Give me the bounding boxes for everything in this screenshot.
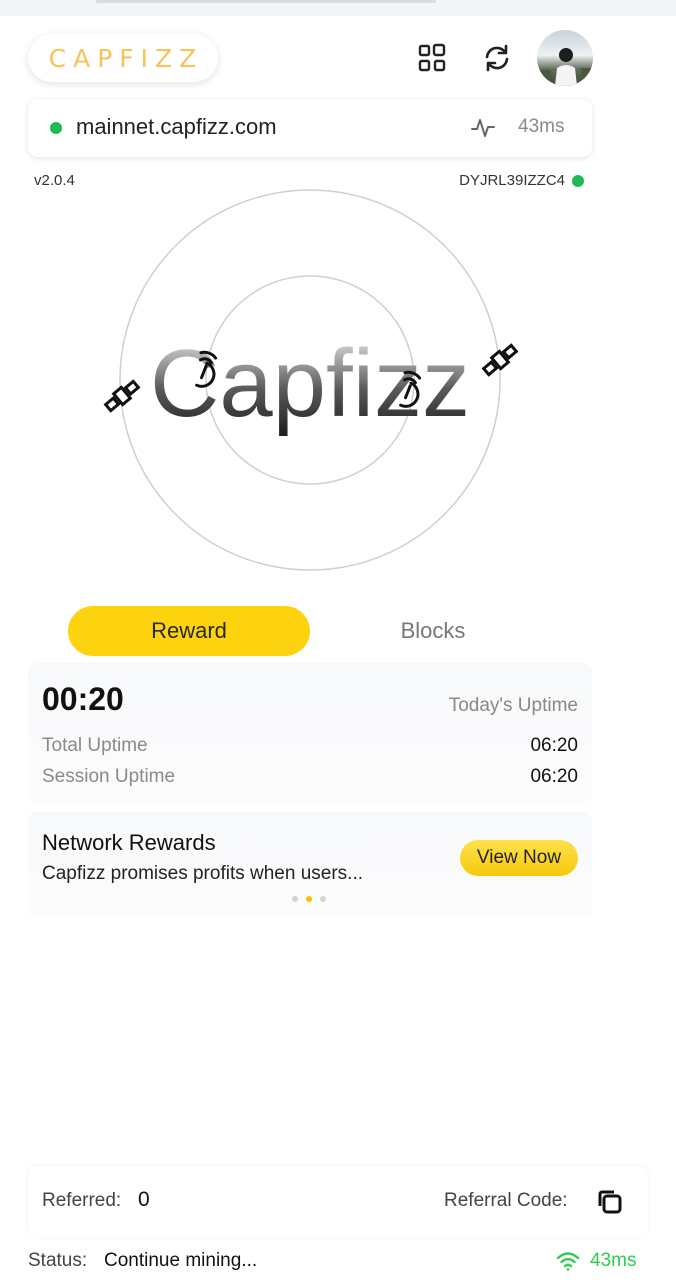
status-latency: 43ms <box>590 1250 637 1271</box>
wifi-icon <box>556 1252 580 1271</box>
carousel-dot-active[interactable] <box>306 896 312 902</box>
grid-button[interactable] <box>412 38 452 78</box>
refresh-button[interactable] <box>477 38 517 78</box>
refresh-icon <box>485 44 509 72</box>
session-uptime-label: Session Uptime <box>42 766 176 787</box>
tab-reward[interactable]: Reward <box>68 606 310 656</box>
today-uptime-label: Today's Uptime <box>448 695 578 716</box>
carousel-dots <box>292 896 326 902</box>
uptime-card: 00:20 Today's Uptime Total Uptime 06:20 … <box>28 663 592 803</box>
referred-count: 0 <box>138 1188 150 1211</box>
network-status-dot <box>50 122 62 134</box>
top-strip <box>0 0 676 16</box>
view-now-button[interactable]: View Now <box>460 840 578 876</box>
carousel-dot[interactable] <box>292 896 298 902</box>
referral-code-label: Referral Code: <box>444 1190 568 1211</box>
grid-icon <box>418 43 446 72</box>
drag-handle <box>96 0 436 3</box>
tab-bar: Reward Blocks <box>68 606 564 656</box>
logo: CAPFIZZ <box>48 43 204 73</box>
status-label: Status: <box>28 1250 88 1271</box>
radar-wordmark: Capfizz <box>150 330 470 437</box>
network-bar[interactable]: mainnet.capfizz.com 43ms <box>28 99 592 157</box>
tab-blocks[interactable]: Blocks <box>358 606 508 656</box>
copy-icon[interactable] <box>594 1186 626 1218</box>
network-host: mainnet.capfizz.com <box>76 114 277 139</box>
total-uptime-label: Total Uptime <box>42 735 148 756</box>
rewards-title: Network Rewards <box>42 830 216 855</box>
pulse-icon <box>471 119 495 137</box>
today-uptime-value: 00:20 <box>42 681 124 717</box>
rewards-description: Capfizz promises profits when users... <box>42 863 364 884</box>
session-uptime-value: 06:20 <box>530 766 578 787</box>
logo-pill: CAPFIZZ <box>28 34 218 82</box>
status-value: Continue mining... <box>104 1250 258 1271</box>
referral-card: Referred: 0 Referral Code: <box>28 1166 648 1238</box>
carousel-dot[interactable] <box>320 896 326 902</box>
network-latency: 43ms <box>518 116 565 137</box>
avatar-image <box>537 48 593 86</box>
status-bar: Status: Continue mining... 43ms <box>0 1244 676 1280</box>
total-uptime-value: 06:20 <box>530 735 578 756</box>
avatar[interactable] <box>537 30 593 86</box>
referred-label: Referred: <box>42 1190 122 1211</box>
radar-graphic: Capfizz <box>103 189 519 571</box>
network-rewards-card[interactable]: Network Rewards Capfizz promises profits… <box>28 812 592 918</box>
